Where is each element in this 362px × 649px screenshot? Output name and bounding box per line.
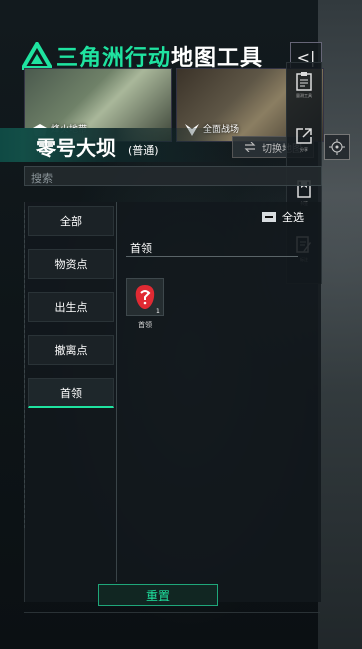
tool-measure[interactable]: 量测工具: [287, 63, 321, 103]
search-box: [24, 166, 322, 188]
search-input[interactable]: [25, 169, 317, 188]
category-divider: [116, 202, 117, 582]
map-terrain-strip: [318, 0, 362, 649]
tool-label: 分享: [300, 147, 308, 152]
map-mode: (普通): [128, 144, 159, 157]
category-label: 全部: [60, 215, 82, 228]
tool-label: 量测工具: [296, 93, 312, 98]
logo-icon: [22, 42, 52, 70]
category-extract[interactable]: 撤离点: [28, 335, 114, 365]
category-label: 首领: [60, 386, 82, 400]
category-spawn[interactable]: 出生点: [28, 292, 114, 322]
category-supply[interactable]: 物资点: [28, 249, 114, 279]
panel-edge: [24, 210, 26, 528]
marker-count: 1: [156, 308, 160, 315]
category-label: 出生点: [54, 301, 88, 314]
tool-share[interactable]: 分享: [287, 119, 321, 159]
select-all-label: 全选: [282, 211, 304, 224]
map-name: 零号大坝: [36, 136, 116, 160]
map-name-band: [0, 128, 232, 162]
marker-label: 首领: [138, 321, 152, 329]
group-divider: [126, 256, 298, 257]
category-boss[interactable]: 首领: [28, 378, 114, 408]
panel-bottom-divider: [24, 612, 320, 613]
crosshair-icon: [329, 139, 345, 155]
reset-button[interactable]: 重置: [98, 584, 218, 606]
share-icon: [296, 128, 312, 144]
category-label: 物资点: [54, 258, 88, 271]
swap-icon: [244, 142, 256, 152]
category-label: 撤离点: [54, 344, 88, 357]
category-all[interactable]: 全部: [28, 206, 114, 236]
select-all-checkbox[interactable]: [262, 212, 276, 222]
locate-button[interactable]: [324, 134, 350, 160]
group-title: 首领: [130, 242, 152, 255]
clipboard-icon: [296, 72, 312, 91]
select-all-toggle[interactable]: 全选: [262, 209, 304, 225]
